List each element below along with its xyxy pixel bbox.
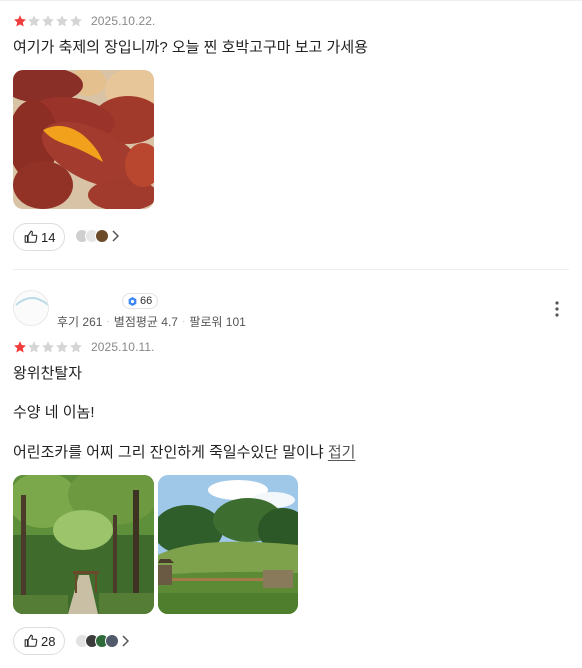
chevron-right-icon bbox=[122, 635, 129, 647]
star-filled-icon bbox=[14, 15, 26, 27]
review-divider bbox=[13, 269, 569, 270]
kebab-menu-icon[interactable] bbox=[552, 300, 562, 318]
review-date: 2025.10.11. bbox=[91, 340, 155, 354]
thumbs-up-icon bbox=[24, 634, 38, 647]
separator-dot: · bbox=[106, 316, 110, 327]
review-text: 여기가 축제의 장입니까? 오늘 찐 호박고구마 보고 가세용 bbox=[13, 39, 368, 56]
follower-count[interactable]: 팔로워 101 bbox=[189, 313, 245, 330]
star-empty-icon bbox=[42, 15, 54, 27]
star-filled-icon bbox=[14, 341, 26, 353]
thumbs-up-icon bbox=[24, 230, 38, 243]
reactor-avatars[interactable] bbox=[75, 229, 119, 243]
star-rating bbox=[13, 340, 83, 354]
star-empty-icon bbox=[42, 341, 54, 353]
reactor-avatar bbox=[95, 229, 109, 243]
chevron-right-icon bbox=[112, 230, 119, 242]
like-button[interactable]: 14 bbox=[13, 223, 66, 251]
royal-tomb-image bbox=[158, 475, 298, 614]
reactor-avatars[interactable] bbox=[75, 634, 129, 648]
forest-path-image bbox=[13, 475, 154, 614]
reactor-avatar bbox=[105, 634, 119, 648]
review-text-line: 왕위찬탈자 bbox=[13, 365, 83, 382]
top-divider bbox=[0, 0, 582, 1]
hexagon-badge-icon bbox=[128, 296, 137, 306]
star-empty-icon bbox=[70, 341, 82, 353]
star-rating bbox=[13, 14, 83, 28]
avatar-image bbox=[14, 291, 48, 325]
like-count: 14 bbox=[41, 229, 56, 245]
review-photo[interactable] bbox=[158, 475, 298, 614]
like-count: 28 bbox=[41, 633, 56, 649]
like-button[interactable]: 28 bbox=[13, 627, 66, 655]
sweet-potato-image bbox=[13, 70, 154, 209]
star-empty-icon bbox=[56, 15, 68, 27]
collapse-link[interactable]: 접기 bbox=[328, 444, 356, 461]
star-empty-icon bbox=[28, 341, 40, 353]
level-badge: 66 bbox=[122, 293, 159, 309]
review-text-last: 어린조카를 어찌 그리 잔인하게 죽일수있단 말이냐 bbox=[13, 444, 324, 461]
review2-rating-row: 2025.10.11. bbox=[13, 339, 155, 355]
review-text-line: 어린조카를 어찌 그리 잔인하게 죽일수있단 말이냐 접기 bbox=[13, 443, 355, 463]
star-empty-icon bbox=[28, 15, 40, 27]
reviewer-stats: 후기 261 · 별점평균 4.7 · 팔로워 101 bbox=[57, 313, 246, 330]
separator-dot: · bbox=[181, 316, 186, 327]
badge-count: 66 bbox=[140, 295, 153, 307]
review-text-line: 수양 네 이놈! bbox=[13, 404, 95, 421]
review-photo[interactable] bbox=[13, 70, 154, 209]
avatar[interactable] bbox=[13, 290, 49, 326]
review-photo[interactable] bbox=[13, 475, 154, 614]
star-empty-icon bbox=[70, 15, 82, 27]
star-empty-icon bbox=[56, 341, 68, 353]
review-date: 2025.10.22. bbox=[91, 14, 156, 28]
average-rating: 별점평균 4.7 bbox=[113, 315, 178, 329]
review1-rating-row: 2025.10.22. bbox=[13, 13, 156, 29]
review-count: 후기 261 bbox=[57, 315, 103, 329]
